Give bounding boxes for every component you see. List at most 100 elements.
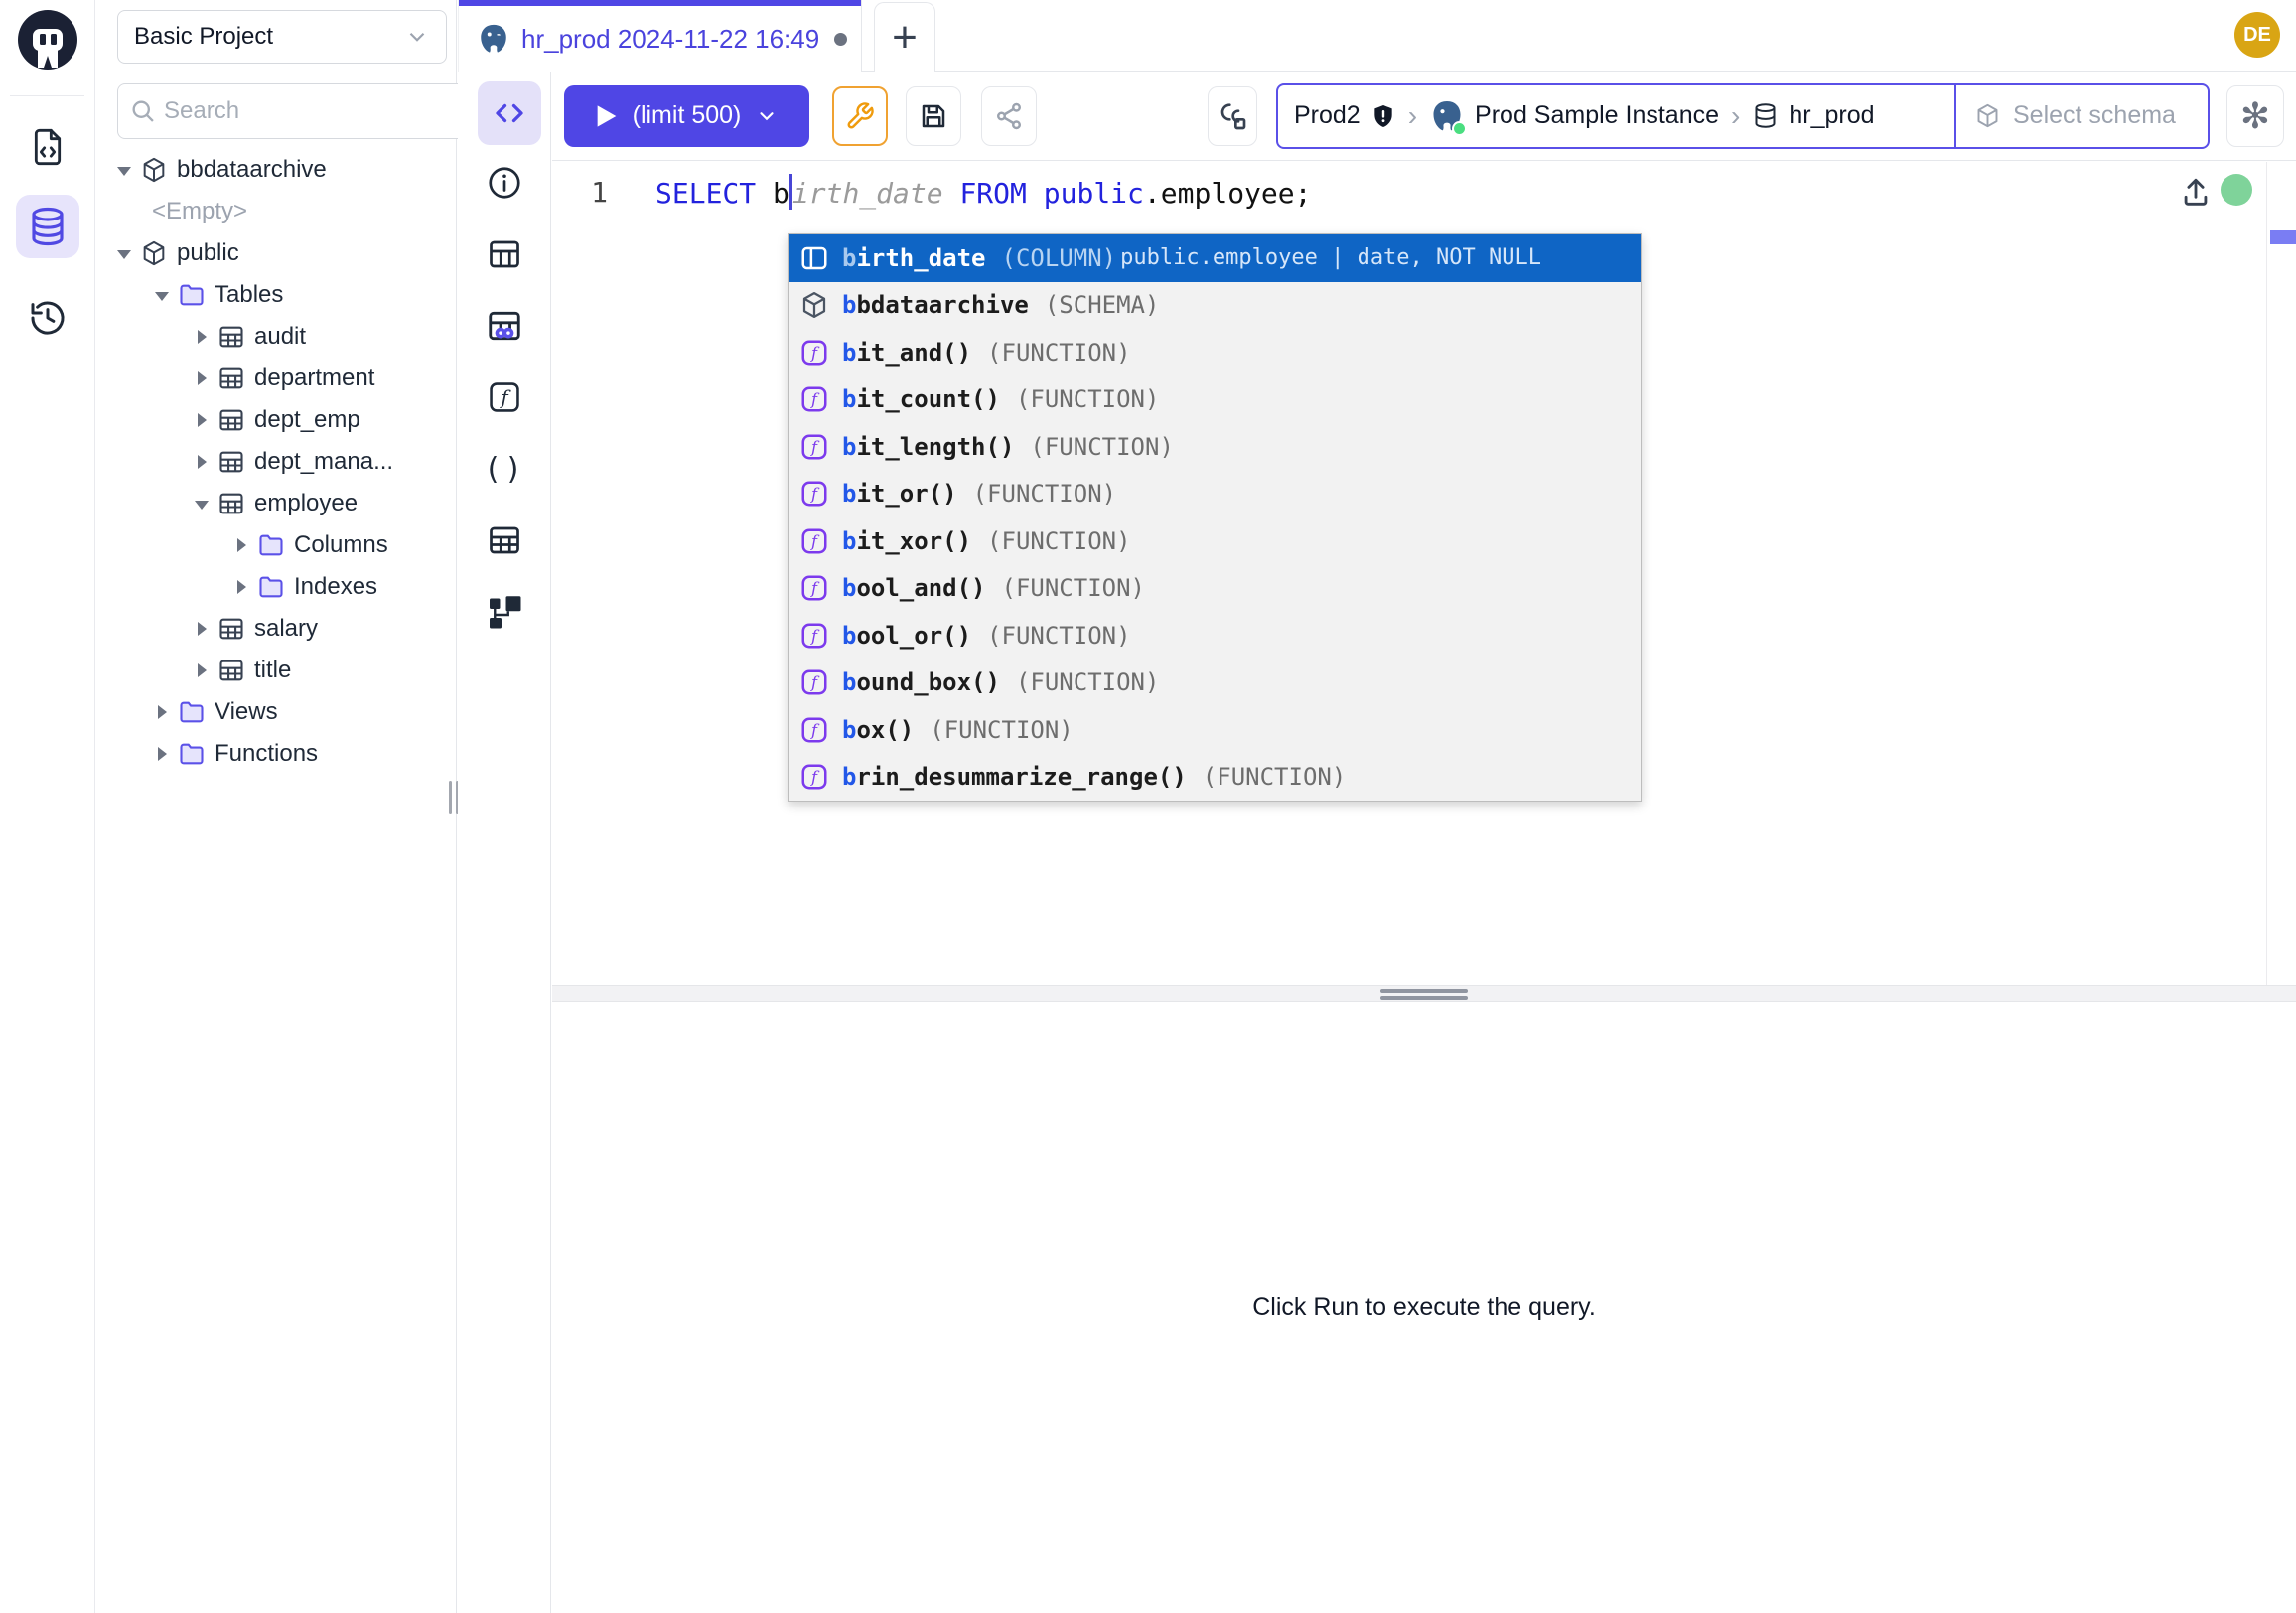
caret-right-icon[interactable] [234,538,248,552]
procedures-panel-button[interactable]: () [483,447,526,491]
sql-line[interactable]: 1 SELECT birth_date FROM public.employee… [552,170,1311,214]
schema-select[interactable]: Select schema [1954,85,2208,147]
save-icon [919,101,948,131]
avatar[interactable]: DE [2234,12,2280,58]
save-button[interactable] [906,86,961,146]
caret-right-icon[interactable] [195,330,209,344]
caret-right-icon[interactable] [195,663,209,677]
svg-text:f: f [810,720,820,739]
autocomplete-item-bit-xor[interactable]: f bit_xor() (FUNCTION) [789,517,1641,565]
batch-mode-button[interactable] [1208,86,1257,146]
instance-status-dot [1452,121,1467,136]
function-icon: f [488,380,521,414]
column-icon [798,242,830,274]
functions-panel-button[interactable]: f [483,375,526,419]
caret-right-icon[interactable] [195,622,209,636]
code-icon [492,95,527,131]
overview-ruler-mark [2270,230,2296,244]
tree-item-title[interactable]: title [95,650,456,691]
breadcrumb-main[interactable]: Prod2 › Prod Sample Instance › hr_prod [1278,85,1954,147]
caret-down-icon[interactable] [195,497,209,511]
autocomplete-item-bit-length[interactable]: f bit_length() (FUNCTION) [789,423,1641,471]
project-select[interactable]: Basic Project [117,10,447,64]
svg-text:f: f [810,343,820,362]
autocomplete-item-bit-or[interactable]: f bit_or() (FUNCTION) [789,471,1641,518]
info-button[interactable] [483,161,526,205]
masked-table-icon [486,307,523,345]
function-icon: f [798,714,830,746]
schema-diagram-button[interactable] [483,590,526,634]
masked-data-button[interactable] [483,304,526,348]
tree-item-employee[interactable]: employee [95,483,456,524]
sql-editor[interactable]: 1 SELECT birth_date FROM public.employee… [552,162,2296,985]
breadcrumb-separator: › [1731,100,1740,132]
editor-toolbar: (limit 500) Pr [552,72,2296,161]
tree-item-tables[interactable]: Tables [95,274,456,316]
table-panel-button[interactable] [483,232,526,276]
tree-item-bbdataarchive[interactable]: bbdataarchive [95,149,456,191]
caret-right-icon[interactable] [155,705,169,719]
shield-icon [1370,103,1396,129]
tree-item-public[interactable]: public [95,232,456,274]
table-icon [487,236,522,272]
autocomplete-item-birth-date[interactable]: birth_date (COLUMN) public.employee | da… [789,234,1641,282]
tree-item-salary[interactable]: salary [95,608,456,650]
svg-text:f: f [810,579,820,598]
tree-item-dept-emp[interactable]: dept_emp [95,399,456,441]
tree-item-functions[interactable]: Functions [95,733,456,775]
database-tree: bbdataarchive <Empty> public Tables audi… [95,149,456,775]
tree-item-views[interactable]: Views [95,691,456,733]
tree-item-dept-manager[interactable]: dept_mana... [95,441,456,483]
file-code-icon [28,127,68,167]
autocomplete-item-box[interactable]: f box() (FUNCTION) [789,706,1641,754]
table-icon [217,448,245,476]
caret-right-icon[interactable] [195,371,209,385]
database-icon [1752,102,1779,129]
caret-down-icon[interactable] [117,163,131,177]
svg-text:f: f [810,390,820,409]
autocomplete-item-bool-and[interactable]: f bool_and() (FUNCTION) [789,565,1641,613]
tree-item-department[interactable]: department [95,358,456,399]
svg-text:f: f [810,485,820,504]
cube-icon [1974,102,2001,129]
autocomplete-item-bit-count[interactable]: f bit_count() (FUNCTION) [789,376,1641,424]
connection-breadcrumb[interactable]: Prod2 › Prod Sample Instance › hr_prod [1276,83,2210,149]
run-button[interactable]: (limit 500) [564,85,809,147]
tree-item-columns[interactable]: Columns [95,524,456,566]
autocomplete-item-bound-box[interactable]: f bound_box() (FUNCTION) [789,660,1641,707]
tab-worksheet[interactable]: hr_prod 2024-11-22 16:49 [458,0,862,72]
autocomplete-item-brin-desummarize-range[interactable]: f brin_desummarize_range() (FUNCTION) [789,754,1641,802]
worksheet-nav-button[interactable] [16,115,79,179]
caret-down-icon[interactable] [155,288,169,302]
search-input[interactable] [117,83,485,139]
caret-down-icon[interactable] [117,246,131,260]
caret-right-icon[interactable] [234,580,248,594]
history-nav-button[interactable] [16,286,79,350]
ai-assistant-button[interactable]: ✻ [2226,85,2284,147]
tree-item-indexes[interactable]: Indexes [95,566,456,608]
tree-item-audit[interactable]: audit [95,316,456,358]
autocomplete-item-bool-or[interactable]: f bool_or() (FUNCTION) [789,612,1641,660]
bytebase-logo[interactable] [16,8,79,72]
instance-name: Prod Sample Instance [1475,101,1719,130]
external-tables-button[interactable] [483,518,526,562]
schema-icon [140,239,168,267]
share-button[interactable] [981,86,1037,146]
folder-icon [178,740,206,768]
caret-right-icon[interactable] [195,455,209,469]
format-button[interactable] [832,86,888,146]
caret-right-icon[interactable] [155,747,169,761]
database-nav-button[interactable] [16,195,79,258]
upload-icon[interactable] [2179,176,2213,210]
function-icon: f [798,431,830,463]
tab-title: hr_prod 2024-11-22 16:49 [521,24,819,55]
sql-text: .employee; [1144,177,1312,210]
autocomplete-item-bit-and[interactable]: f bit_and() (FUNCTION) [789,329,1641,376]
cube-icon [798,289,830,321]
breadcrumb-separator: › [1408,100,1417,132]
panel-splitter[interactable] [552,985,2296,1002]
caret-right-icon[interactable] [195,413,209,427]
code-panel-toggle[interactable] [478,81,541,145]
new-tab-button[interactable]: + [874,2,935,72]
autocomplete-item-bbdataarchive[interactable]: bbdataarchive (SCHEMA) [789,282,1641,330]
